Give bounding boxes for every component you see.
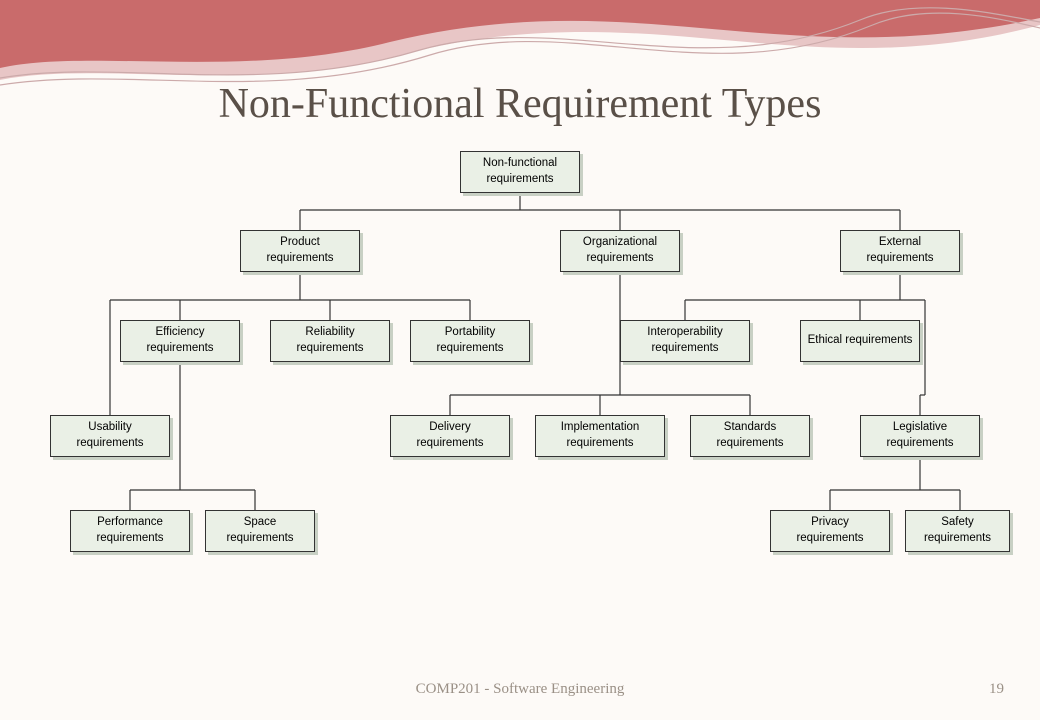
node-interoperability: Interoperability requirements: [620, 320, 750, 362]
page-number: 19: [989, 681, 1004, 698]
node-delivery: Delivery requirements: [390, 415, 510, 457]
node-legislative: Legislative requirements: [860, 415, 980, 457]
requirements-tree-diagram: Non-functional requirements Product requ…: [30, 145, 1010, 655]
slide-title: Non-Functional Requirement Types: [0, 80, 1040, 128]
node-implementation: Implementation requirements: [535, 415, 665, 457]
node-efficiency: Efficiency requirements: [120, 320, 240, 362]
footer-course-label: COMP201 - Software Engineering: [0, 681, 1040, 698]
node-usability: Usability requirements: [50, 415, 170, 457]
tree-connectors: [30, 145, 1010, 655]
node-reliability: Reliability requirements: [270, 320, 390, 362]
node-space: Space requirements: [205, 510, 315, 552]
node-product: Product requirements: [240, 230, 360, 272]
node-organizational: Organizational requirements: [560, 230, 680, 272]
node-external: External requirements: [840, 230, 960, 272]
node-ethical: Ethical requirements: [800, 320, 920, 362]
node-safety: Safety requirements: [905, 510, 1010, 552]
node-root: Non-functional requirements: [460, 151, 580, 193]
node-standards: Standards requirements: [690, 415, 810, 457]
node-performance: Performance requirements: [70, 510, 190, 552]
node-portability: Portability requirements: [410, 320, 530, 362]
node-privacy: Privacy requirements: [770, 510, 890, 552]
